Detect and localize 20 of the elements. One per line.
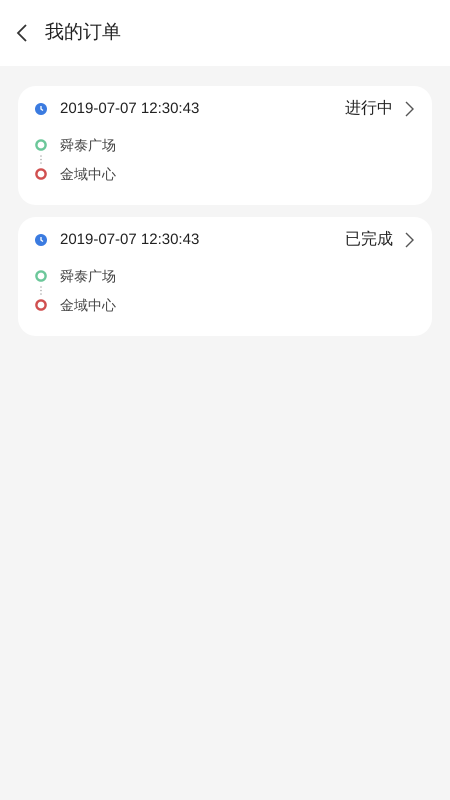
clock-icon xyxy=(35,103,47,115)
end-location: 金域中心 xyxy=(60,296,116,314)
order-card[interactable]: 2019-07-07 12:30:43 已完成 舜泰广场 金域中心 xyxy=(18,217,432,336)
start-marker-icon xyxy=(35,270,47,282)
clock-icon xyxy=(35,234,47,246)
order-time: 2019-07-07 12:30:43 xyxy=(60,98,200,119)
order-status: 已完成 xyxy=(345,230,393,250)
start-location: 舜泰广场 xyxy=(60,266,116,286)
page-title: 我的订单 xyxy=(45,20,121,45)
order-status: 进行中 xyxy=(345,98,393,119)
end-marker-icon xyxy=(35,299,47,311)
back-icon[interactable] xyxy=(15,23,29,43)
chevron-icon[interactable] xyxy=(405,232,414,248)
order-card[interactable]: 2019-07-07 12:30:43 进行中 舜泰广场 金域中心 xyxy=(18,86,432,205)
start-location: 舜泰广场 xyxy=(60,136,116,154)
chevron-icon[interactable] xyxy=(405,101,414,117)
order-time: 2019-07-07 12:30:43 xyxy=(60,230,200,250)
start-marker-icon xyxy=(35,139,47,151)
end-location: 金域中心 xyxy=(60,164,116,184)
end-marker-icon xyxy=(35,168,47,180)
